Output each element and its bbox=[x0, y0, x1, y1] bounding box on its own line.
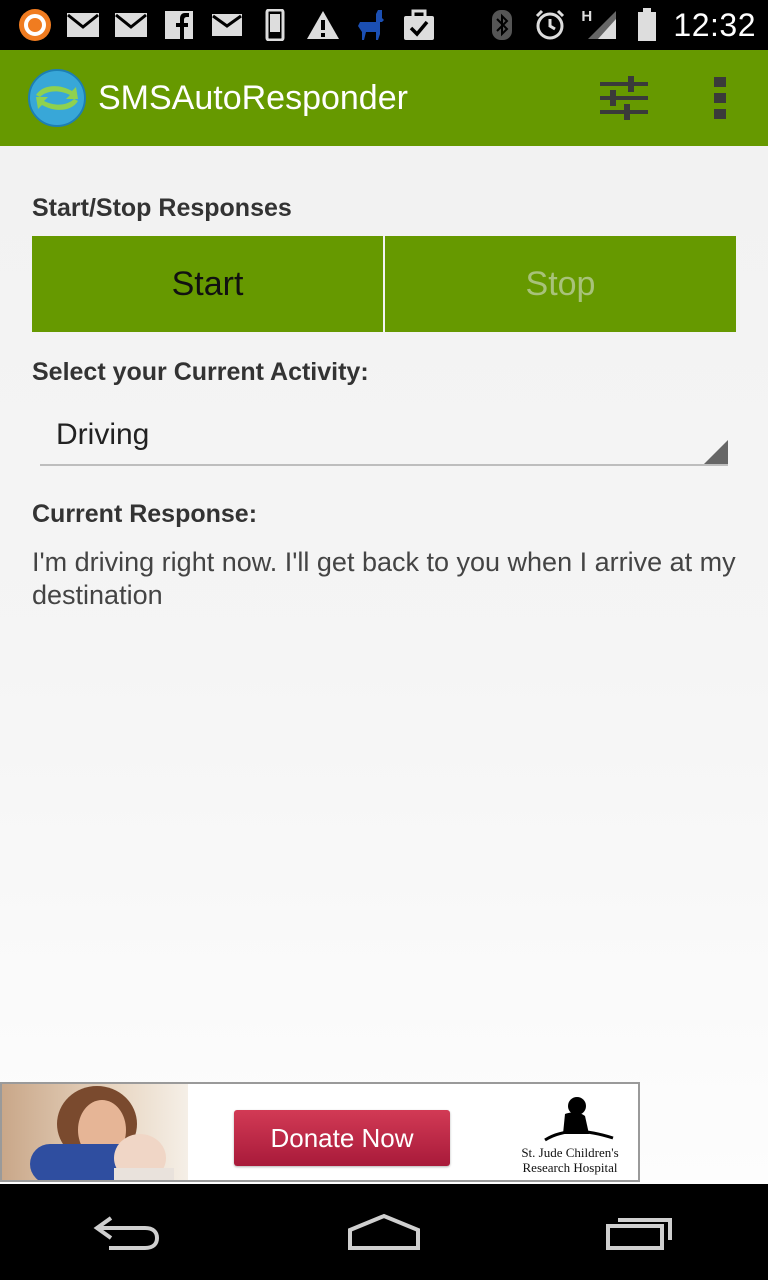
task-check-icon bbox=[402, 8, 436, 42]
battery-icon bbox=[635, 8, 659, 42]
donate-now-button[interactable]: Donate Now bbox=[234, 1110, 450, 1166]
mail-icon bbox=[210, 8, 244, 42]
ad-photo bbox=[2, 1084, 188, 1180]
clock: 12:32 bbox=[673, 6, 756, 43]
ad-banner[interactable]: Donate Now St. Jude Children's Research … bbox=[0, 1082, 640, 1182]
main-content: Start/Stop Responses Start Stop Select y… bbox=[0, 146, 768, 1184]
activity-label: Select your Current Activity: bbox=[32, 358, 369, 386]
notification-icons bbox=[0, 8, 436, 42]
dropdown-triangle-icon bbox=[704, 440, 728, 464]
network-type-label: H bbox=[581, 8, 593, 25]
gmail-icon bbox=[66, 8, 100, 42]
status-bar: H 12:32 bbox=[0, 0, 768, 50]
st-jude-subtitle: Research Hospital bbox=[522, 1160, 618, 1175]
response-label: Current Response: bbox=[32, 500, 258, 528]
settings-sliders-icon[interactable] bbox=[576, 50, 672, 146]
home-icon[interactable] bbox=[324, 1184, 444, 1280]
back-icon[interactable] bbox=[68, 1184, 188, 1280]
app-logo-icon[interactable] bbox=[28, 69, 86, 127]
system-indicators: H 12:32 bbox=[485, 7, 768, 44]
response-text: I'm driving right now. I'll get back to … bbox=[32, 547, 736, 610]
activity-spinner[interactable]: Driving bbox=[40, 404, 728, 466]
avast-icon bbox=[18, 8, 52, 42]
st-jude-logo: St. Jude Children's Research Hospital bbox=[508, 1094, 632, 1178]
start-button[interactable]: Start bbox=[32, 236, 383, 332]
stop-button[interactable]: Stop bbox=[385, 236, 736, 332]
action-bar: SMSAutoResponder bbox=[0, 50, 768, 146]
activity-selected-value: Driving bbox=[56, 418, 150, 451]
app-title: SMSAutoResponder bbox=[98, 78, 408, 117]
start-stop-label: Start/Stop Responses bbox=[32, 194, 292, 222]
phone-icon bbox=[258, 8, 292, 42]
bluetooth-icon bbox=[485, 8, 519, 42]
overflow-menu-icon[interactable] bbox=[672, 50, 768, 146]
facebook-icon bbox=[162, 8, 196, 42]
gmail-icon bbox=[114, 8, 148, 42]
signal-icon: H bbox=[581, 8, 621, 42]
alarm-icon bbox=[533, 8, 567, 42]
llama-icon bbox=[354, 8, 388, 42]
warning-icon bbox=[306, 8, 340, 42]
navigation-bar bbox=[0, 1184, 768, 1280]
start-stop-buttons: Start Stop bbox=[32, 236, 736, 332]
st-jude-name: St. Jude Children's bbox=[521, 1145, 619, 1160]
recent-apps-icon[interactable] bbox=[580, 1184, 700, 1280]
